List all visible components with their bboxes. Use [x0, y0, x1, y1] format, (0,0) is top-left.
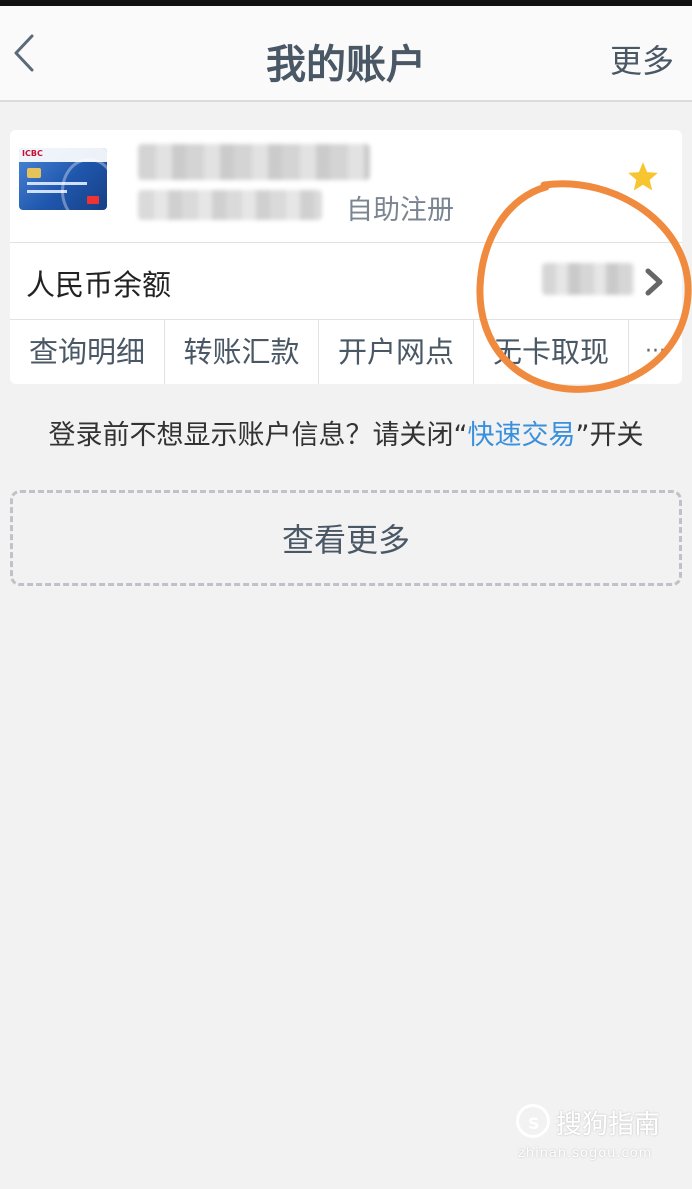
- balance-value-redacted: [542, 263, 634, 295]
- watermark-text: 搜狗指南: [556, 1110, 661, 1140]
- quick-trade-link[interactable]: 快速交易: [468, 420, 576, 451]
- card-logo: ICBC: [22, 149, 43, 158]
- register-status: 自助注册: [346, 195, 454, 226]
- account-card: ICBC 自助注册 人民币余额 查询明细 转账汇款 开户网点 无卡取现 ···: [10, 130, 682, 384]
- more-button[interactable]: 更多: [610, 36, 674, 82]
- chevron-right-icon: [645, 268, 663, 296]
- nav-bar: 我的账户 更多: [0, 6, 692, 102]
- back-button[interactable]: [6, 28, 50, 78]
- notice-prefix: 登录前不想显示账户信息？请关闭“: [48, 420, 468, 451]
- view-more-label: 查看更多: [281, 521, 410, 559]
- account-actions: 查询明细 转账汇款 开户网点 无卡取现 ···: [10, 320, 682, 384]
- page-title: 我的账户: [266, 42, 426, 88]
- view-more-button[interactable]: 查看更多: [10, 490, 682, 586]
- more-actions-button[interactable]: ···: [629, 320, 682, 384]
- balance-row[interactable]: 人民币余额: [10, 243, 682, 320]
- bank-card-image: ICBC: [19, 148, 107, 210]
- account-number-redacted: [138, 190, 322, 220]
- watermark: S 搜狗指南 zhinan.sogou.com: [516, 1100, 686, 1170]
- branch-button[interactable]: 开户网点: [319, 320, 474, 384]
- watermark-url: zhinan.sogou.com: [518, 1146, 653, 1161]
- notice-text: 登录前不想显示账户信息？请关闭“快速交易”开关: [0, 413, 692, 452]
- query-details-button[interactable]: 查询明细: [10, 320, 165, 384]
- star-icon[interactable]: [626, 160, 660, 194]
- notice-suffix: ”开关: [575, 420, 644, 451]
- cardless-withdraw-button[interactable]: 无卡取现: [474, 320, 629, 384]
- account-header[interactable]: ICBC 自助注册: [10, 130, 682, 243]
- balance-label: 人民币余额: [26, 268, 172, 302]
- sogou-logo-icon: S: [516, 1104, 550, 1138]
- account-name-redacted: [138, 144, 370, 180]
- transfer-button[interactable]: 转账汇款: [165, 320, 319, 384]
